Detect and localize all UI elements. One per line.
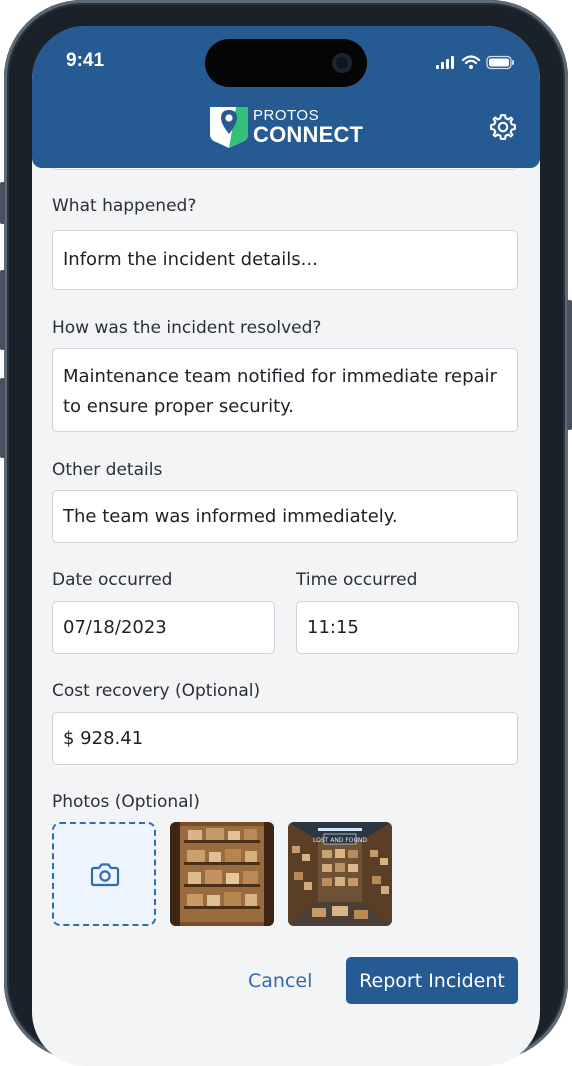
cost-recovery-input[interactable]: $ 928.41 xyxy=(52,712,518,765)
app-logo: PROTOS CONNECT xyxy=(210,104,365,150)
what-happened-label: What happened? xyxy=(52,196,197,216)
app-header: 9:41 PROTOS CONNECT xyxy=(32,26,540,168)
app-screen: What happened? Inform the incident detai… xyxy=(32,26,540,1066)
gear-icon[interactable] xyxy=(488,112,518,142)
add-photo-button[interactable] xyxy=(52,822,156,926)
side-button xyxy=(0,378,5,458)
cancel-button[interactable]: Cancel xyxy=(248,970,312,992)
photos-label: Photos (Optional) xyxy=(52,792,200,812)
date-occurred-label: Date occurred xyxy=(52,570,173,590)
side-button xyxy=(567,300,572,430)
what-happened-placeholder: Inform the incident details... xyxy=(63,249,318,270)
date-occurred-value: 07/18/2023 xyxy=(63,616,167,638)
battery-icon xyxy=(486,55,514,70)
brand-name-bottom: CONNECT xyxy=(253,122,364,147)
cost-recovery-value: $ 928.41 xyxy=(63,727,144,749)
camera-icon xyxy=(90,863,120,887)
resolution-label: How was the incident resolved? xyxy=(52,318,322,338)
report-incident-button[interactable]: Report Incident xyxy=(346,957,518,1004)
what-happened-input[interactable]: Inform the incident details... xyxy=(52,230,518,290)
other-details-input[interactable]: The team was informed immediately. xyxy=(52,490,518,543)
time-occurred-label: Time occurred xyxy=(296,570,418,590)
wifi-icon xyxy=(461,55,481,69)
lost-and-found-sign: LOST AND FOUND xyxy=(313,837,367,844)
time-occurred-value: 11:15 xyxy=(307,616,359,638)
photo-thumbnail[interactable] xyxy=(170,822,274,926)
resolution-input[interactable]: Maintenance team notified for immediate … xyxy=(52,348,518,432)
location-pin-logo-icon xyxy=(210,107,248,148)
side-button xyxy=(0,182,5,224)
other-details-label: Other details xyxy=(52,460,163,480)
side-button xyxy=(0,270,5,350)
status-icons xyxy=(436,55,514,70)
status-time: 9:41 xyxy=(66,50,105,71)
front-camera xyxy=(332,53,352,73)
resolution-value: Maintenance team notified for immediate … xyxy=(63,366,497,417)
cost-recovery-label: Cost recovery (Optional) xyxy=(52,681,261,701)
time-occurred-input[interactable]: 11:15 xyxy=(296,601,519,654)
cellular-signal-icon xyxy=(436,56,454,69)
photo-thumbnail[interactable]: LOST AND FOUND xyxy=(288,822,392,926)
other-details-value: The team was informed immediately. xyxy=(63,505,398,527)
date-occurred-input[interactable]: 07/18/2023 xyxy=(52,601,275,654)
